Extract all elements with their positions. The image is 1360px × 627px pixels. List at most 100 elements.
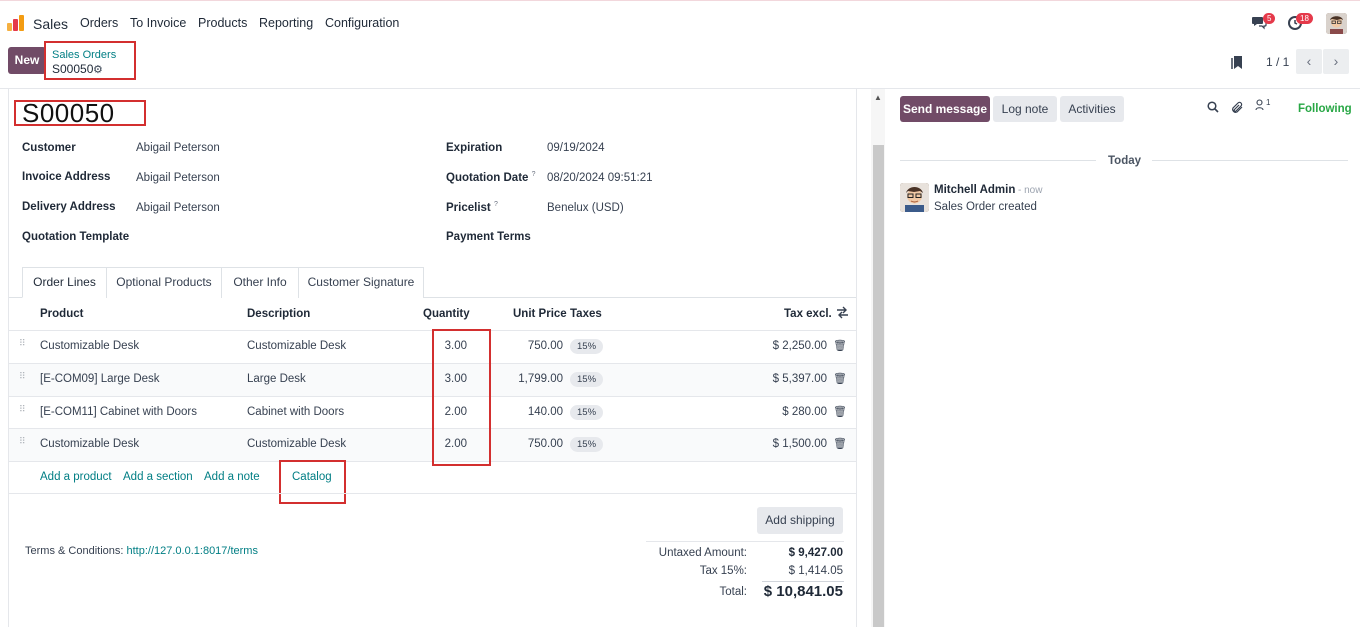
- untaxed-amount-label: Untaxed Amount:: [658, 547, 747, 559]
- quotation-date-help-icon[interactable]: ?: [532, 171, 536, 178]
- tab-customer-signature[interactable]: Customer Signature: [298, 267, 424, 298]
- row-unit-price[interactable]: 750.00: [493, 340, 563, 352]
- tab-other-info[interactable]: Other Info: [221, 267, 299, 298]
- order-title: S00050: [22, 98, 115, 128]
- menu-products[interactable]: Products: [198, 16, 247, 30]
- scroll-up-arrow-icon[interactable]: ▲: [874, 93, 882, 102]
- totals-divider: [646, 541, 844, 542]
- terms-conditions: Terms & Conditions: http://127.0.0.1:801…: [25, 545, 258, 557]
- drag-handle-icon[interactable]: ⠿: [19, 339, 26, 352]
- terms-link[interactable]: http://127.0.0.1:8017/terms: [127, 545, 258, 557]
- column-product[interactable]: Product: [40, 308, 83, 320]
- terms-label: Terms & Conditions:: [25, 545, 124, 557]
- add-section-link[interactable]: Add a section: [123, 471, 193, 483]
- column-quantity[interactable]: Quantity: [423, 308, 470, 320]
- message-time: - now: [1018, 185, 1043, 196]
- tax-badge[interactable]: 15%: [570, 372, 604, 387]
- pricelist-field[interactable]: Benelux (USD): [547, 202, 624, 214]
- drag-handle-icon[interactable]: ⠿: [19, 372, 26, 385]
- tab-order-lines[interactable]: Order Lines: [22, 267, 107, 298]
- pricelist-label: Pricelist ?: [446, 201, 498, 214]
- column-taxes[interactable]: Taxes: [570, 308, 602, 320]
- followers-icon[interactable]: [1255, 99, 1264, 114]
- messages-badge: 5: [1263, 13, 1276, 24]
- column-description[interactable]: Description: [247, 308, 310, 320]
- column-settings-icon[interactable]: [836, 306, 849, 322]
- breadcrumb-current: S00050: [52, 62, 94, 76]
- add-shipping-button[interactable]: Add shipping: [757, 507, 843, 534]
- send-message-button[interactable]: Send message: [900, 96, 990, 122]
- total-divider: [762, 581, 844, 582]
- app-name[interactable]: Sales: [33, 16, 68, 32]
- row-unit-price[interactable]: 140.00: [493, 406, 563, 418]
- breadcrumb-sales-orders[interactable]: Sales Orders: [52, 49, 116, 61]
- tax-badge[interactable]: 15%: [570, 339, 604, 354]
- drag-handle-icon[interactable]: ⠿: [19, 405, 26, 418]
- pager-value[interactable]: 1 / 1: [1266, 55, 1289, 69]
- menu-orders[interactable]: Orders: [80, 16, 118, 30]
- new-button[interactable]: New: [8, 47, 46, 74]
- total-label: Total:: [719, 586, 748, 598]
- row-subtotal: $ 280.00: [782, 406, 827, 418]
- bookmark-icon[interactable]: [1231, 55, 1243, 73]
- pricelist-help-icon[interactable]: ?: [494, 201, 498, 208]
- pager-next-button[interactable]: ›: [1323, 49, 1349, 74]
- tax-badge[interactable]: 15%: [570, 405, 604, 420]
- invoice-address-label: Invoice Address: [22, 171, 111, 183]
- row-description[interactable]: Customizable Desk: [247, 340, 346, 352]
- author-avatar[interactable]: [900, 183, 929, 212]
- add-note-link[interactable]: Add a note: [204, 471, 260, 483]
- search-icon[interactable]: [1207, 101, 1219, 116]
- row-description[interactable]: Customizable Desk: [247, 438, 346, 450]
- trash-icon[interactable]: 🗑: [833, 339, 847, 352]
- quotation-date-label: Quotation Date ?: [446, 171, 536, 184]
- activities-button[interactable]: Activities: [1060, 96, 1124, 122]
- menu-reporting[interactable]: Reporting: [259, 16, 313, 30]
- catalog-highlight: [279, 460, 346, 504]
- top-border: [0, 0, 1360, 4]
- quantity-highlight: [432, 329, 491, 466]
- row-unit-price[interactable]: 1,799.00: [493, 373, 563, 385]
- tab-optional-products[interactable]: Optional Products: [106, 267, 222, 298]
- quotation-template-label: Quotation Template: [22, 231, 130, 243]
- pager-previous-button[interactable]: ‹: [1296, 49, 1322, 74]
- quotation-date-label-text: Quotation Date: [446, 171, 529, 184]
- log-note-button[interactable]: Log note: [993, 96, 1057, 122]
- tax-value: $ 1,414.05: [788, 565, 843, 577]
- trash-icon[interactable]: 🗑: [833, 372, 847, 385]
- message-body: Sales Order created: [934, 201, 1037, 213]
- expiration-field[interactable]: 09/19/2024: [547, 142, 605, 154]
- drag-handle-icon[interactable]: ⠿: [19, 437, 26, 450]
- row-product[interactable]: Customizable Desk: [40, 438, 139, 450]
- column-unit-price[interactable]: Unit Price: [513, 308, 567, 320]
- paperclip-icon[interactable]: [1231, 101, 1244, 117]
- tax-badge[interactable]: 15%: [570, 437, 604, 452]
- invoice-address-field[interactable]: Abigail Peterson: [136, 172, 220, 184]
- trash-icon[interactable]: 🗑: [833, 405, 847, 418]
- row-product[interactable]: Customizable Desk: [40, 340, 139, 352]
- customer-field[interactable]: Abigail Peterson: [136, 142, 220, 154]
- row-product[interactable]: [E-COM11] Cabinet with Doors: [40, 406, 197, 418]
- message-author[interactable]: Mitchell Admin: [934, 184, 1015, 196]
- scrollbar-thumb[interactable]: [873, 145, 884, 627]
- menu-configuration[interactable]: Configuration: [325, 16, 399, 30]
- user-avatar[interactable]: [1326, 13, 1347, 34]
- row-product[interactable]: [E-COM09] Large Desk: [40, 373, 160, 385]
- trash-icon[interactable]: 🗑: [833, 437, 847, 450]
- delivery-address-label: Delivery Address: [22, 201, 116, 213]
- date-separator-line: [1152, 160, 1348, 161]
- activities-badge: 18: [1296, 13, 1313, 24]
- column-tax-excl[interactable]: Tax excl.: [784, 308, 832, 320]
- gear-icon[interactable]: ⚙: [93, 63, 103, 76]
- add-product-link[interactable]: Add a product: [40, 471, 112, 483]
- following-button[interactable]: Following: [1298, 103, 1352, 115]
- row-unit-price[interactable]: 750.00: [493, 438, 563, 450]
- pricelist-label-text: Pricelist: [446, 201, 491, 214]
- row-description[interactable]: Large Desk: [247, 373, 306, 385]
- sales-app-icon[interactable]: [7, 15, 24, 31]
- delivery-address-field[interactable]: Abigail Peterson: [136, 202, 220, 214]
- row-description[interactable]: Cabinet with Doors: [247, 406, 344, 418]
- table-bottom-divider: [9, 493, 856, 494]
- menu-to-invoice[interactable]: To Invoice: [130, 16, 186, 30]
- quotation-date-field[interactable]: 08/20/2024 09:51:21: [547, 172, 653, 184]
